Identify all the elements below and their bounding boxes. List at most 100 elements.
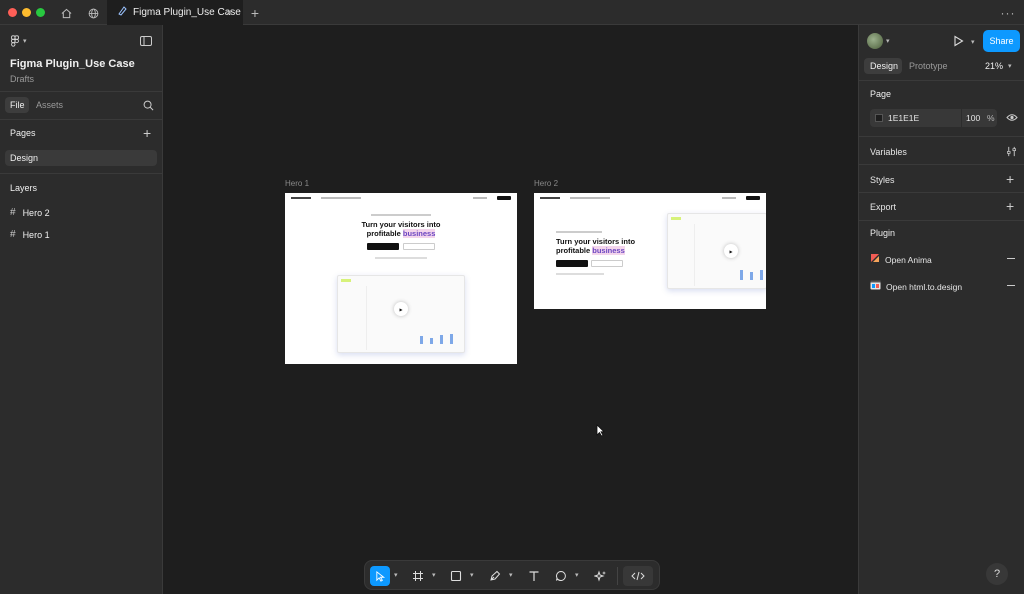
add-export-icon[interactable]: + xyxy=(1006,198,1014,214)
chevron-down-icon[interactable]: ▾ xyxy=(1008,62,1012,70)
add-page-icon[interactable]: + xyxy=(143,125,151,141)
divider xyxy=(0,173,163,174)
eyebrow-text xyxy=(371,214,431,216)
file-menu-chevron-icon[interactable]: ▾ xyxy=(118,59,122,67)
nav-login xyxy=(722,197,736,199)
preview-bar xyxy=(450,334,453,344)
nav-logo xyxy=(291,197,311,199)
tab-prototype[interactable]: Prototype xyxy=(909,61,948,71)
file-location[interactable]: Drafts xyxy=(10,74,34,84)
eyebrow-text xyxy=(556,231,602,233)
new-tab-icon[interactable]: + xyxy=(247,5,263,21)
preview-bar xyxy=(440,335,443,344)
maximize-window-button[interactable] xyxy=(36,8,45,17)
present-play-icon[interactable] xyxy=(953,35,964,50)
globe-icon[interactable] xyxy=(85,5,101,21)
plugin-item-html-to-design[interactable]: Open html.to.design xyxy=(870,280,962,293)
home-icon[interactable] xyxy=(58,5,74,21)
primary-cta xyxy=(367,243,399,250)
nav-login xyxy=(473,197,487,199)
headline-line-1: Turn your visitors into xyxy=(361,220,441,229)
frame-hero-2[interactable]: Turn your visitors into profitable busin… xyxy=(534,193,766,309)
tab-assets[interactable]: Assets xyxy=(36,100,63,110)
html-to-design-logo-icon xyxy=(870,280,881,293)
page-color-value[interactable]: 1E1E1E xyxy=(888,113,919,123)
zoom-level[interactable]: 21% xyxy=(985,61,1003,71)
tab-figma-plugin-use-case[interactable]: Figma Plugin_Use Case × xyxy=(107,0,243,25)
right-panel: ▾ ▾ Share Design Prototype 21% ▾ Page 1E… xyxy=(858,25,1024,594)
share-button[interactable]: Share xyxy=(983,30,1020,52)
canvas[interactable]: Hero 1 Turn your visitors into profitabl… xyxy=(163,25,858,594)
secondary-cta xyxy=(403,243,435,250)
cta-note xyxy=(556,273,604,275)
preview-logo xyxy=(671,217,681,220)
page-item-design[interactable]: Design xyxy=(5,150,157,166)
toolbar-divider xyxy=(617,567,618,585)
figma-file-icon xyxy=(117,6,127,19)
help-button[interactable]: ? xyxy=(986,563,1008,585)
nav-logo xyxy=(540,197,560,199)
variables-settings-icon[interactable] xyxy=(1006,146,1017,160)
frame-label-hero-2[interactable]: Hero 2 xyxy=(534,179,558,188)
more-options-icon[interactable]: ··· xyxy=(1000,5,1016,21)
page-fill-field[interactable]: 1E1E1E 100 % xyxy=(870,109,997,127)
frame-tool-icon[interactable] xyxy=(408,566,428,586)
avatar[interactable] xyxy=(867,33,883,49)
tab-design[interactable]: Design xyxy=(870,61,898,71)
nav-cta-button xyxy=(497,196,511,200)
eye-icon[interactable] xyxy=(1006,113,1018,125)
divider xyxy=(859,164,1024,165)
page-opacity-value[interactable]: 100 xyxy=(966,113,980,123)
frame-label-hero-1[interactable]: Hero 1 xyxy=(285,179,309,188)
nav-links xyxy=(570,197,610,199)
divider xyxy=(859,192,1024,193)
styles-heading[interactable]: Styles xyxy=(870,175,895,185)
rectangle-tool-icon[interactable] xyxy=(446,566,466,586)
text-tool-icon[interactable] xyxy=(524,566,544,586)
chevron-down-icon[interactable]: ▾ xyxy=(886,37,890,45)
comment-tool-icon[interactable] xyxy=(551,566,571,586)
dashboard-preview: ▶ xyxy=(337,275,465,353)
move-tool-icon[interactable] xyxy=(370,566,390,586)
layer-item-hero-2[interactable]: # Hero 2 xyxy=(10,207,50,218)
color-swatch[interactable] xyxy=(875,114,883,122)
minimize-window-button[interactable] xyxy=(22,8,31,17)
tab-file[interactable]: File xyxy=(10,100,25,110)
actions-sparkle-icon[interactable] xyxy=(590,566,610,586)
play-icon: ▶ xyxy=(394,302,408,316)
page-item-label: Design xyxy=(10,153,39,163)
file-name[interactable]: Figma Plugin_Use Case xyxy=(10,58,135,70)
plugin-label: Open Anima xyxy=(885,254,932,265)
chevron-down-icon[interactable]: ▾ xyxy=(432,571,436,579)
headline-line-2: profitable xyxy=(556,246,591,255)
pen-tool-icon[interactable] xyxy=(485,566,505,586)
preview-logo xyxy=(341,279,351,282)
plugin-item-anima[interactable]: Open Anima xyxy=(870,253,932,266)
remove-plugin-icon[interactable] xyxy=(1007,258,1015,259)
remove-plugin-icon[interactable] xyxy=(1007,285,1015,286)
chevron-down-icon[interactable]: ▾ xyxy=(470,571,474,579)
chevron-down-icon[interactable]: ▾ xyxy=(509,571,513,579)
plugin-heading: Plugin xyxy=(870,228,896,238)
chevron-down-icon[interactable]: ▾ xyxy=(575,571,579,579)
dev-mode-icon[interactable] xyxy=(623,566,653,586)
chevron-down-icon[interactable]: ▾ xyxy=(394,571,398,579)
layer-item-hero-1[interactable]: # Hero 1 xyxy=(10,229,50,240)
chevron-down-icon[interactable]: ▾ xyxy=(971,38,975,46)
field-divider xyxy=(961,109,962,127)
cta-note xyxy=(375,257,427,259)
headline-line-2: profitable xyxy=(366,229,401,238)
page-section-heading: Page xyxy=(870,89,892,99)
close-window-button[interactable] xyxy=(8,8,17,17)
add-style-icon[interactable]: + xyxy=(1006,171,1014,187)
search-icon[interactable] xyxy=(143,100,154,114)
anima-logo-icon xyxy=(870,253,880,266)
divider xyxy=(0,91,163,92)
close-tab-icon[interactable]: × xyxy=(226,5,233,19)
toggle-sidebar-icon[interactable] xyxy=(140,36,152,49)
main-menu-button[interactable]: ▾ xyxy=(10,35,27,47)
frame-hero-1[interactable]: Turn your visitors into profitable busin… xyxy=(285,193,517,364)
nav-cta-button xyxy=(746,196,760,200)
variables-heading[interactable]: Variables xyxy=(870,147,907,157)
export-heading[interactable]: Export xyxy=(870,202,896,212)
